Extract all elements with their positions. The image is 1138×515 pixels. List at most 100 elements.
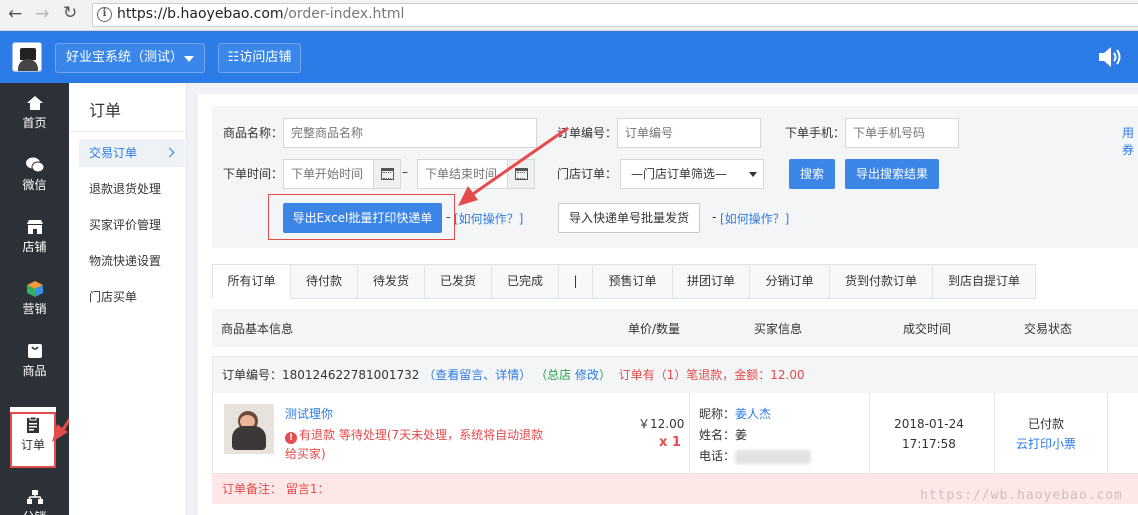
tab-shipped[interactable]: 已发货 — [425, 264, 492, 299]
table-row: 测试理你 ! 有退款 等待处理(7天未处理，系统将自动退款给买家) ￥12.00 … — [212, 393, 1138, 474]
sidebar-label: 分销 — [22, 510, 46, 515]
app-header: 好业宝系统（测试） ☷访问店铺 — [0, 31, 1138, 83]
goods-icon — [27, 344, 42, 358]
cloud-print-link[interactable]: 云打印小票 — [1003, 434, 1089, 454]
url-text: https://b.haoyebao.com/order-index.html — [117, 6, 405, 22]
order-no-label: 订单编号： — [222, 368, 283, 382]
range-dash: – — [402, 165, 408, 179]
address-bar[interactable]: i https://b.haoyebao.com/order-index.htm… — [92, 3, 1138, 27]
subnav-item-trade-orders[interactable]: 交易订单 — [79, 139, 185, 167]
alert-icon: ! — [285, 432, 297, 444]
order-no-value: 180124622781001732 — [282, 368, 420, 382]
tab-distribution[interactable]: 分销订单 — [750, 264, 830, 299]
order-summary-bar: 订单编号：180124622781001732 （查看留言、详情） （总店 修改… — [212, 356, 1138, 394]
sidebar-label: 营销 — [22, 302, 47, 316]
order-status: 已付款 — [1027, 417, 1064, 431]
dash-separator: - — [712, 210, 717, 224]
annotation-highlight-box — [268, 194, 455, 240]
column-header-buyer: 买家信息 — [754, 322, 803, 336]
home-icon — [26, 96, 43, 110]
sidebar-label: 店铺 — [22, 240, 47, 254]
subnav-item-store-pay[interactable]: 门店买单 — [79, 283, 185, 311]
quantity: x 1 — [659, 435, 681, 450]
site-info-icon[interactable]: i — [97, 7, 112, 22]
browser-toolbar: ← → ↻ i https://b.haoyebao.com/order-ind… — [0, 0, 1138, 31]
blurred-phone — [735, 449, 812, 464]
visit-store-button[interactable]: ☷访问店铺 — [218, 43, 301, 73]
product-name-label: 商品名称： — [223, 126, 284, 140]
order-status-cell: 已付款 云打印小票 — [1003, 414, 1089, 454]
tab-pickup[interactable]: 到店自提订单 — [933, 264, 1036, 299]
sidebar-item-store[interactable]: 店铺 — [0, 207, 69, 269]
annotation-arrow-icon — [458, 126, 569, 206]
sidebar-item-distribution[interactable]: 分销 — [0, 477, 69, 515]
buyer-nickname: 昵称：姜人杰 — [699, 407, 772, 421]
subnav-title: 订单 — [89, 101, 122, 120]
system-name: 好业宝系统（测试） — [66, 50, 184, 65]
chevron-down-icon — [749, 172, 757, 177]
system-selector[interactable]: 好业宝系统（测试） — [55, 43, 205, 73]
subnav-item-refunds[interactable]: 退款退货处理 — [79, 175, 185, 203]
product-name-link[interactable]: 测试理你 — [285, 405, 333, 422]
chevron-down-icon — [184, 56, 194, 62]
marketing-icon — [26, 281, 43, 297]
wechat-icon — [25, 157, 44, 173]
help-link-import[interactable]: [如何操作？] — [720, 210, 789, 227]
import-tracking-button[interactable]: 导入快递单号批量发货 — [558, 203, 700, 233]
tab-separator: | — [559, 264, 593, 299]
search-button[interactable]: 搜索 — [789, 159, 835, 189]
start-time-input[interactable] — [283, 159, 375, 189]
sidebar-item-home[interactable]: 首页 — [0, 83, 69, 145]
store-select-value: —门店订单筛选— — [631, 167, 728, 181]
column-header-price: 单价/数量 — [628, 322, 681, 336]
speaker-icon[interactable] — [1098, 45, 1124, 69]
main-content: 商品名称： 订单编号： 下单手机： 用券 下单时间： – 门店订单： —门店订单… — [198, 94, 1138, 515]
chevron-right-icon — [164, 147, 175, 158]
export-result-button[interactable]: 导出搜索结果 — [845, 159, 939, 189]
order-time: 2018-01-24 17:17:58 — [894, 417, 964, 451]
view-details-link[interactable]: （查看留言、详情） — [423, 368, 531, 382]
product-thumbnail[interactable] — [224, 404, 274, 454]
tab-group-buy[interactable]: 拼团订单 — [673, 264, 750, 299]
divider — [69, 131, 187, 132]
sidebar-item-wechat[interactable]: 微信 — [0, 145, 69, 207]
calendar-icon — [381, 168, 394, 180]
column-header-product: 商品基本信息 — [221, 322, 294, 336]
order-subnav: 订单 交易订单 退款退货处理 买家评价管理 物流快递设置 门店买单 — [69, 83, 187, 515]
account-avatar[interactable] — [12, 42, 42, 72]
filter-panel: 商品名称： 订单编号： 下单手机： 用券 下单时间： – 门店订单： —门店订单… — [212, 106, 1138, 248]
column-header-status: 交易状态 — [1024, 322, 1073, 336]
subnav-item-reviews[interactable]: 买家评价管理 — [79, 211, 185, 239]
buyer-name: 姓名：姜 — [699, 428, 748, 442]
order-no-input[interactable] — [617, 118, 761, 148]
sidebar-label: 商品 — [22, 364, 47, 378]
refund-status-note: ! 有退款 等待处理(7天未处理，系统将自动退款给买家) — [285, 428, 544, 461]
buyer-phone: 电话： — [699, 447, 812, 464]
tab-all-orders[interactable]: 所有订单 — [212, 264, 291, 299]
forward-arrow-icon[interactable]: → — [35, 4, 49, 24]
phone-input[interactable] — [845, 118, 959, 148]
buyer-nickname-link[interactable]: 姜人杰 — [735, 407, 771, 421]
tab-pending-payment[interactable]: 待付款 — [291, 264, 358, 299]
cell-divider — [689, 393, 690, 474]
sidebar-item-marketing[interactable]: 营销 — [0, 269, 69, 331]
refund-info: 订单有（1）笔退款，金额：12.00 — [618, 368, 805, 382]
start-calendar-button[interactable] — [373, 159, 401, 189]
tab-pending-shipment[interactable]: 待发货 — [358, 264, 425, 299]
watermark: https://wb.haoyebao.com — [920, 488, 1124, 503]
edit-store-link[interactable]: 修改 — [575, 368, 599, 382]
order-time-label: 下单时间： — [223, 167, 284, 181]
tab-presale[interactable]: 预售订单 — [593, 264, 673, 299]
store-tag: 总店 — [547, 368, 572, 382]
cell-divider — [994, 393, 995, 474]
phone-label: 下单手机： — [785, 126, 846, 140]
cell-divider — [1107, 393, 1108, 474]
sidebar-label: 首页 — [22, 116, 47, 130]
back-arrow-icon[interactable]: ← — [8, 4, 22, 24]
tab-cod[interactable]: 货到付款订单 — [830, 264, 933, 299]
tab-completed[interactable]: 已完成 — [492, 264, 559, 299]
subnav-item-logistics[interactable]: 物流快递设置 — [79, 247, 185, 275]
reload-icon[interactable]: ↻ — [63, 3, 77, 23]
store-order-select[interactable]: —门店订单筛选— — [620, 159, 764, 189]
coupon-link[interactable]: 用券 — [1122, 124, 1138, 158]
